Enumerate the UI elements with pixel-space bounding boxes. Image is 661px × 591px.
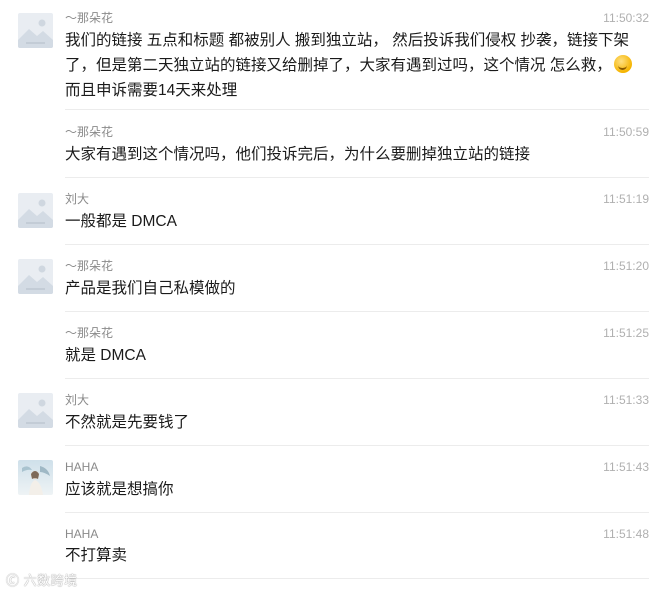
- avatar[interactable]: [18, 393, 53, 428]
- message-text: 一般都是 DMCA: [65, 209, 650, 234]
- sender-name: HAHA: [65, 460, 99, 474]
- message-time: 11:50:59: [603, 125, 649, 139]
- message-item[interactable]: 刘大 11:51:33 不然就是先要钱了: [0, 379, 661, 446]
- message-time: 11:51:19: [603, 192, 649, 206]
- message-item[interactable]: ～那朵花 11:51:25 就是 DMCA: [0, 312, 661, 379]
- message-time: 11:50:32: [603, 11, 649, 25]
- message-line: 大家有遇到这个情况吗，他们投诉完后，为什么要删掉独立站的链接: [65, 146, 531, 163]
- sweat-smile-emoji-icon: [613, 55, 632, 73]
- message-item[interactable]: 刘大 11:51:19 一般都是 DMCA: [0, 178, 661, 245]
- message-time: 11:51:48: [603, 527, 649, 541]
- message-text: 我们的链接 五点和标题 都被别人 搬到独立站， 然后投诉我们侵权 抄袭，链接下架…: [65, 28, 650, 103]
- message-line: 产品是我们自己私模做的: [65, 280, 236, 297]
- sender-name: HAHA: [65, 527, 99, 541]
- message-time: 11:51:43: [603, 460, 649, 474]
- avatar[interactable]: [18, 460, 53, 495]
- placeholder-image-icon: [18, 259, 53, 294]
- chat-history: ～那朵花 11:50:32 我们的链接 五点和标题 都被别人 搬到独立站， 然后…: [0, 0, 661, 591]
- message-text: 产品是我们自己私模做的: [65, 276, 650, 301]
- sender-name: 刘大: [65, 192, 90, 206]
- message-time: 11:51:33: [603, 393, 649, 407]
- placeholder-image-icon: [18, 393, 53, 428]
- placeholder-image-icon: [18, 193, 53, 228]
- message-text: 不打算卖: [65, 543, 650, 568]
- message-line: 不打算卖: [65, 547, 128, 564]
- sender-name: 刘大: [65, 393, 90, 407]
- message-item[interactable]: HAHA 11:51:48 不打算卖: [0, 513, 661, 591]
- avatar[interactable]: [18, 13, 53, 48]
- message-text: 不然就是先要钱了: [65, 410, 650, 435]
- message-time: 11:51:25: [603, 326, 649, 340]
- message-text: 就是 DMCA: [65, 343, 650, 368]
- message-item[interactable]: ～那朵花 11:50:32 我们的链接 五点和标题 都被别人 搬到独立站， 然后…: [0, 0, 661, 110]
- avatar[interactable]: [18, 193, 53, 228]
- message-line: 我们的链接 五点和标题 都被别人 搬到独立站， 然后投诉我们侵权 抄袭，链接下架: [65, 32, 630, 49]
- message-line: 一般都是 DMCA: [65, 213, 177, 230]
- message-line: 而且申诉需要14天来处理: [65, 82, 238, 99]
- sender-name: ～那朵花: [65, 125, 114, 139]
- message-line: 不然就是先要钱了: [65, 414, 190, 431]
- sender-name: ～那朵花: [65, 259, 114, 273]
- message-text: 大家有遇到这个情况吗，他们投诉完后，为什么要删掉独立站的链接: [65, 142, 650, 167]
- message-item[interactable]: HAHA 11:51:43 应该就是想搞你: [0, 446, 661, 513]
- sender-name: ～那朵花: [65, 326, 114, 340]
- message-line: 就是 DMCA: [65, 347, 146, 364]
- sender-name: ～那朵花: [65, 11, 114, 25]
- divider: [65, 578, 649, 579]
- photo-avatar-icon: [18, 460, 53, 495]
- watermark: 🄫 六数跨境: [6, 573, 78, 588]
- avatar[interactable]: [18, 259, 53, 294]
- message-text: 应该就是想搞你: [65, 477, 650, 502]
- message-item[interactable]: ～那朵花 11:51:20 产品是我们自己私模做的: [0, 245, 661, 312]
- message-item[interactable]: ～那朵花 11:50:59 大家有遇到这个情况吗，他们投诉完后，为什么要删掉独立…: [0, 110, 661, 178]
- message-line: 了，但是第二天独立站的链接又给删掉了，大家有遇到过吗，这个情况 怎么救，: [65, 53, 650, 78]
- placeholder-image-icon: [18, 13, 53, 48]
- message-time: 11:51:20: [603, 259, 649, 273]
- message-line-text: 了，但是第二天独立站的链接又给删掉了，大家有遇到过吗，这个情况 怎么救，: [65, 57, 612, 74]
- message-line: 应该就是想搞你: [65, 481, 174, 498]
